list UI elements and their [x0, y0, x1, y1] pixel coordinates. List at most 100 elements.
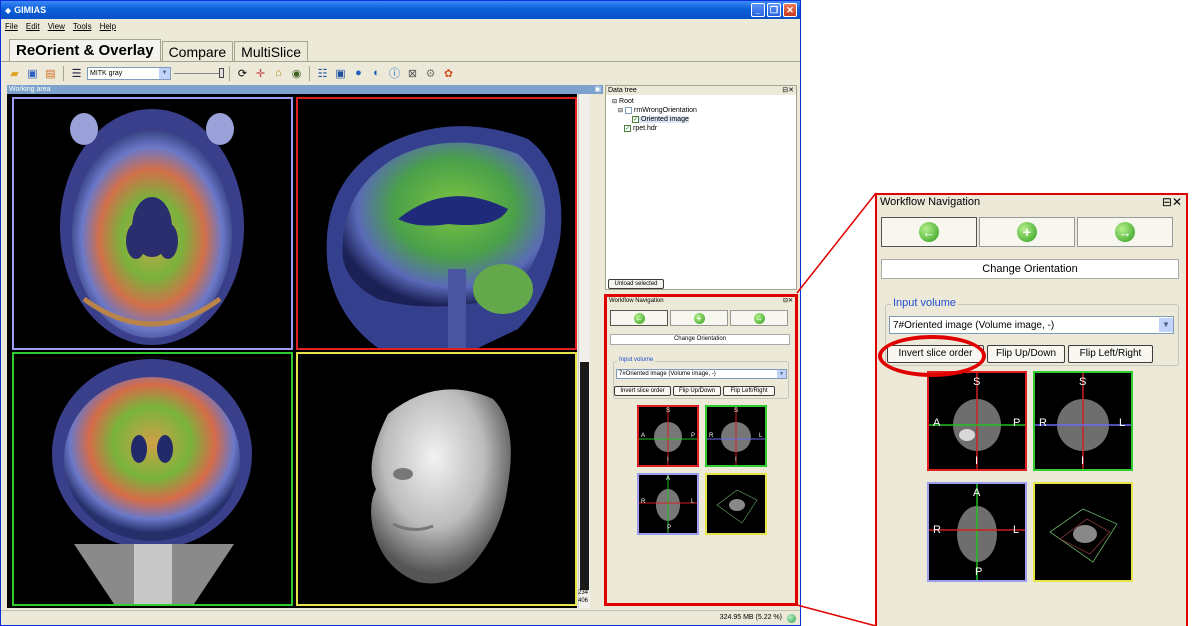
prev-step-button[interactable]: ←: [881, 217, 977, 247]
info-icon[interactable]: ⓘ: [387, 66, 402, 81]
menu-file[interactable]: File: [5, 22, 18, 31]
orient-label-left: A: [641, 433, 646, 439]
slider-thumb[interactable]: [219, 68, 224, 78]
tree-view-icon[interactable]: ☷: [315, 66, 330, 81]
crosshair-icon[interactable]: ✛: [253, 66, 268, 81]
thumb-axial-viewport[interactable]: A R L P: [927, 482, 1027, 582]
orient-label-top: S: [973, 376, 981, 388]
thumb-3d-image: [716, 489, 758, 524]
orient-label-top: S: [734, 408, 739, 414]
rotate-icon[interactable]: ⟳: [235, 66, 250, 81]
tree-node-label: Root: [619, 98, 634, 105]
menu-edit[interactable]: Edit: [26, 22, 40, 31]
thumb-3d-viewport[interactable]: [705, 473, 767, 535]
tree-node-oriented-image[interactable]: ✓ Oriented image: [632, 116, 689, 123]
thumb-coronal-viewport[interactable]: S R L I: [1033, 371, 1133, 471]
palette-icon[interactable]: ✿: [441, 66, 456, 81]
flip-up-down-button[interactable]: Flip Up/Down: [673, 386, 721, 396]
level-slider[interactable]: [174, 68, 224, 78]
chevron-down-icon: ▼: [777, 370, 786, 378]
add-step-button[interactable]: +: [670, 310, 728, 326]
orient-label-bottom: P: [975, 566, 983, 578]
axial-viewport[interactable]: [12, 97, 293, 350]
workflow-title: Workflow Navigation: [609, 298, 664, 304]
arrow-right-icon: →: [1115, 222, 1135, 242]
menu-help[interactable]: Help: [100, 22, 116, 31]
gear-icon[interactable]: ⚙: [423, 66, 438, 81]
visibility-checkbox[interactable]: ✓: [632, 116, 639, 123]
tree-node-label: Oriented image: [641, 116, 689, 123]
orient-label-bottom: I: [1081, 455, 1085, 467]
menu-view[interactable]: View: [48, 22, 65, 31]
unload-selected-button[interactable]: Unload selected: [608, 279, 664, 289]
orient-label-left: R: [641, 499, 646, 505]
orient-label-right: P: [691, 433, 696, 439]
tab-multislice[interactable]: MultiSlice: [234, 41, 309, 61]
tree-node-label: rpet.hdr: [633, 125, 658, 132]
highlight-ellipse: [878, 335, 986, 377]
next-step-button[interactable]: →: [730, 310, 788, 326]
thumb-sagittal-viewport[interactable]: S A P I: [927, 371, 1027, 471]
arrow-left-icon: ←: [633, 312, 645, 324]
close-button[interactable]: ✕: [783, 3, 797, 17]
slice-scrollbar[interactable]: [578, 94, 590, 608]
window-icon[interactable]: ▣: [333, 66, 348, 81]
window-title: GIMIAS: [14, 5, 47, 15]
lut-select[interactable]: MITK gray ▼: [87, 66, 171, 80]
tree-node-rpet[interactable]: ✓ rpet.hdr: [624, 125, 657, 132]
invert-slice-order-button[interactable]: Invert slice order: [614, 386, 671, 396]
open-folder-icon[interactable]: ▰: [7, 66, 22, 81]
half-circle-icon[interactable]: ◐: [369, 66, 384, 81]
minimize-button[interactable]: _: [751, 3, 765, 17]
orient-label-right: L: [759, 433, 763, 439]
thumb-sagittal-viewport[interactable]: S A P I: [637, 405, 699, 467]
arrow-right-icon: →: [753, 312, 765, 324]
tab-compare[interactable]: Compare: [161, 41, 234, 61]
input-volume-select[interactable]: 7#Oriented image (Volume image, -) ▼: [889, 316, 1174, 334]
coronal-viewport[interactable]: [12, 352, 293, 606]
workflow-header: Workflow Navigation ⊟✕: [607, 297, 795, 306]
thumb-coronal-viewport[interactable]: S R L I: [705, 405, 767, 467]
visibility-checkbox[interactable]: [625, 107, 633, 114]
circle-blue-icon[interactable]: ●: [351, 66, 366, 81]
thumb-3d-viewport[interactable]: [1033, 482, 1133, 582]
save-icon[interactable]: ▣: [25, 66, 40, 81]
flip-up-down-button[interactable]: Flip Up/Down: [987, 345, 1065, 363]
dock-close-icon[interactable]: ⊟✕: [783, 297, 793, 306]
dock-icon[interactable]: ▣: [594, 85, 601, 94]
flip-left-right-button[interactable]: Flip Left/Right: [723, 386, 775, 396]
flip-left-right-button[interactable]: Flip Left/Right: [1068, 345, 1153, 363]
eye-icon[interactable]: ◉: [289, 66, 304, 81]
maximize-button[interactable]: ❐: [767, 3, 781, 17]
toolbar-separator: [63, 65, 64, 81]
dock-close-icon[interactable]: ⊟✕: [1162, 195, 1182, 210]
tab-reorient-overlay[interactable]: ReOrient & Overlay: [9, 39, 161, 61]
perspective-tabs: ReOrient & Overlay Compare MultiSlice: [9, 39, 309, 61]
image-cross-icon[interactable]: ⊠: [405, 66, 420, 81]
orient-label-right: P: [1013, 417, 1021, 429]
expand-icon[interactable]: ⊟: [612, 98, 617, 105]
orient-label-left: A: [933, 417, 941, 429]
tree-node-root[interactable]: ⊟ Root: [612, 98, 634, 105]
axial-brain-image: [60, 109, 244, 345]
add-step-button[interactable]: +: [979, 217, 1075, 247]
dock-close-icon[interactable]: ⊟✕: [782, 86, 794, 95]
data-tree-panel: Data tree ⊟✕ ⊟ Root ⊟ rmWrongOrientation…: [605, 85, 797, 290]
sagittal-viewport[interactable]: [296, 97, 577, 350]
data-tree-title: Data tree: [608, 87, 637, 94]
tree-node-rmwrongorientation[interactable]: ⊟ rmWrongOrientation: [618, 107, 697, 114]
menu-tools[interactable]: Tools: [73, 22, 92, 31]
app-icon: ◆: [5, 5, 12, 15]
save-as-icon[interactable]: ▤: [43, 66, 58, 81]
expand-icon[interactable]: ⊟: [618, 107, 623, 114]
lock-icon[interactable]: ⌂: [271, 66, 286, 81]
next-step-button[interactable]: →: [1077, 217, 1173, 247]
prev-step-button[interactable]: ←: [610, 310, 668, 326]
toolbar: ▰ ▣ ▤ ☰ MITK gray ▼ ⟳ ✛ ⌂ ◉ ☷ ▣ ● ◐ ⓘ ⊠ …: [7, 63, 797, 83]
thumb-axial-viewport[interactable]: A R L P: [637, 473, 699, 535]
input-volume-select[interactable]: 7#Oriented image (Volume image, -) ▼: [616, 369, 787, 379]
visibility-checkbox[interactable]: ✓: [624, 125, 631, 132]
scrollbar-thumb[interactable]: [580, 362, 589, 590]
3d-render-viewport[interactable]: [296, 352, 577, 606]
orient-label-bottom: P: [667, 525, 672, 531]
